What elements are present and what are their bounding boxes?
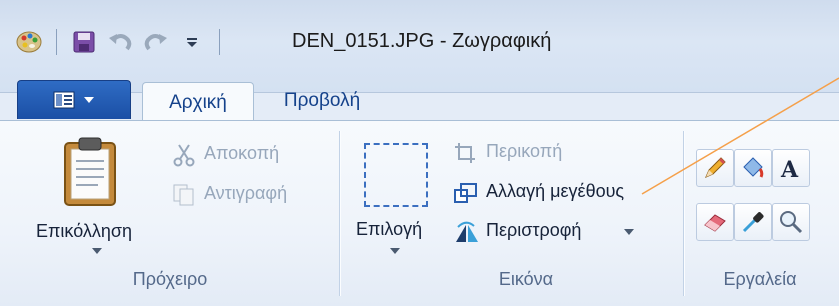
annotation-line [641, 77, 839, 195]
